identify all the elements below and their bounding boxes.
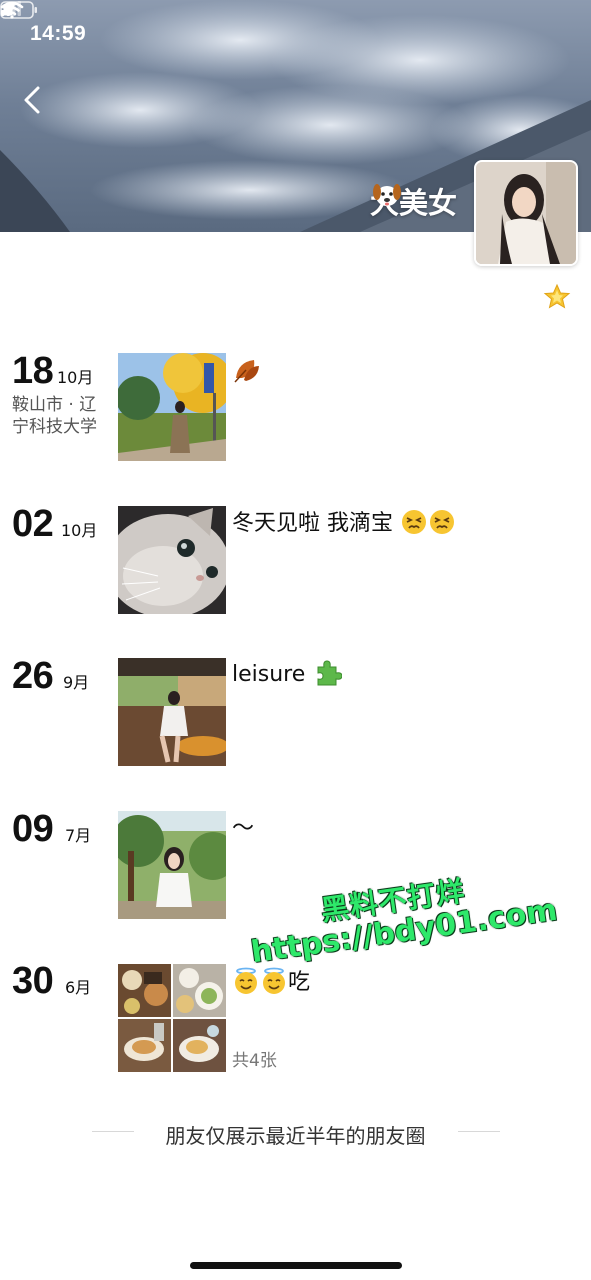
- food-photo: [118, 1019, 171, 1072]
- post-thumbnail[interactable]: [118, 1019, 171, 1072]
- fallen-leaf-emoji-icon: [234, 360, 259, 383]
- post-day: 09: [12, 808, 54, 850]
- post-month: 10月: [57, 368, 94, 387]
- photo-count: 共4张: [232, 1051, 277, 1071]
- profile-nickname: 大美女: [370, 180, 457, 222]
- watermark-title: 黑料不打烊: [318, 874, 468, 928]
- post-month: 6月: [65, 978, 92, 997]
- post-month: 10月: [61, 521, 98, 540]
- post-month: 9月: [63, 673, 90, 692]
- post-thumbnail[interactable]: [173, 1019, 226, 1072]
- dog-face-emoji-icon: [372, 184, 401, 206]
- post-photo-grid[interactable]: [118, 964, 226, 1072]
- avatar-photo: [476, 162, 576, 264]
- smiling-face-with-halo-emoji-icon: [263, 967, 285, 994]
- post-month: 7月: [65, 826, 92, 845]
- garden-portrait-photo: [118, 811, 226, 919]
- post-text: 冬天见啦 我滴宝: [232, 505, 456, 537]
- star-icon[interactable]: [543, 283, 571, 315]
- smiling-face-with-halo-emoji-icon: [235, 967, 257, 994]
- watermark-url: https://bdy01.com: [249, 892, 560, 971]
- status-time: 14:59: [30, 22, 87, 45]
- post-caption: 吃: [288, 970, 311, 995]
- post-thumbnail[interactable]: [118, 506, 226, 614]
- puzzle-piece-emoji-icon: [317, 660, 343, 686]
- persevering-face-emoji-icon: [402, 510, 426, 534]
- profile-avatar[interactable]: [474, 160, 578, 266]
- post-caption: 冬天见啦 我滴宝: [232, 511, 393, 536]
- post-thumbnail[interactable]: [118, 658, 226, 766]
- post-thumbnail[interactable]: [173, 964, 226, 1017]
- food-photo: [173, 964, 226, 1017]
- cafe-photo: [118, 658, 226, 766]
- food-photo: [118, 964, 171, 1017]
- post-thumbnail[interactable]: [118, 353, 226, 461]
- post-caption: leisure: [232, 662, 306, 687]
- autumn-campus-photo: [118, 353, 226, 461]
- post-location[interactable]: 鞍山市 · 辽宁科技大学: [12, 394, 112, 438]
- post-thumbnail[interactable]: [118, 811, 226, 919]
- post-day: 02: [12, 503, 54, 545]
- cat-photo: [118, 506, 226, 614]
- half-year-visibility-note: 朋友仅展示最近半年的朋友圈: [165, 1124, 426, 1148]
- post-day: 18: [12, 350, 54, 392]
- post-day: 30: [12, 960, 54, 1002]
- post-thumbnail[interactable]: [118, 964, 171, 1017]
- glowing-star-icon: [543, 283, 571, 309]
- post-day: 26: [12, 655, 54, 697]
- status-bar: 14:59: [0, 0, 591, 70]
- back-button[interactable]: [16, 80, 52, 120]
- chevron-left-icon: [24, 86, 40, 114]
- post-text: ～: [232, 816, 255, 841]
- post-text: 吃: [232, 964, 310, 996]
- watermark: 黑料不打烊 https://bdy01.com: [244, 857, 559, 970]
- battery-icon: [0, 1, 37, 19]
- persevering-face-emoji-icon: [430, 510, 454, 534]
- home-indicator[interactable]: [190, 1262, 402, 1269]
- post-text: leisure: [232, 657, 343, 687]
- food-photo: [173, 1019, 226, 1072]
